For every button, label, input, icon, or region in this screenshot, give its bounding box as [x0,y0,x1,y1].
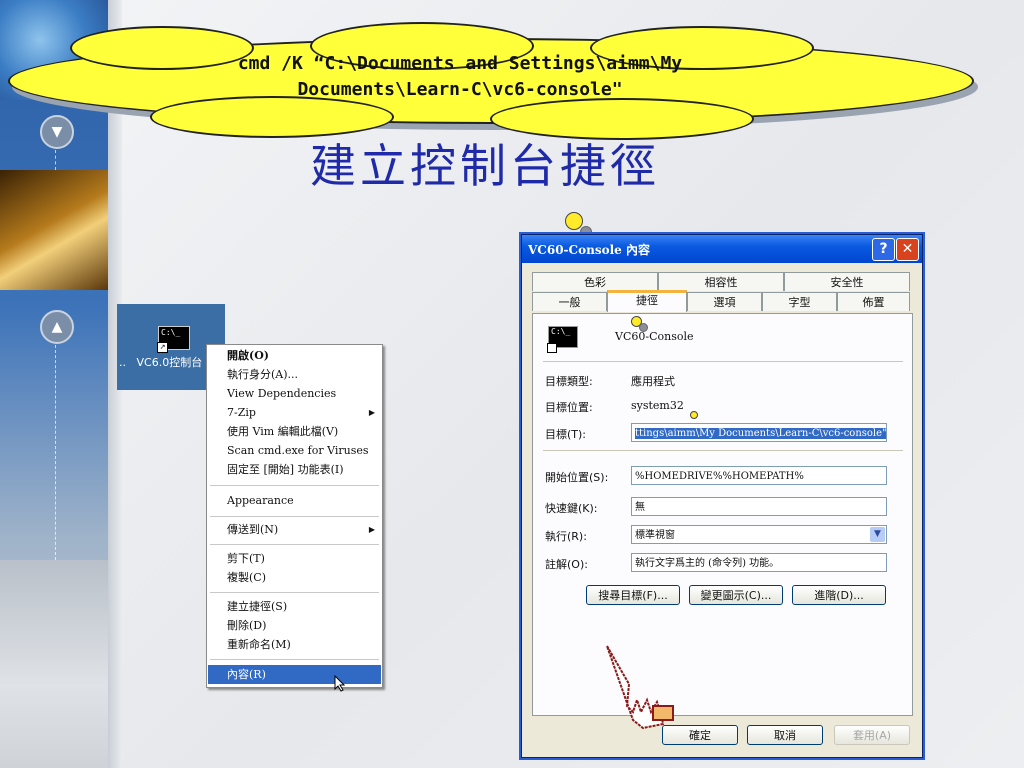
cancel-button[interactable]: 取消 [747,725,823,745]
dashed-divider [55,150,56,170]
advanced-button[interactable]: 進階(D)... [792,585,886,605]
dialog-title: VC60-Console 內容 [528,243,650,257]
close-button[interactable]: ✕ [896,238,919,261]
target-type-value: 應用程式 [631,375,675,388]
submenu-arrow-icon: ▶ [368,408,375,417]
decorative-left-strip: ▼ ▲ [0,0,108,768]
find-target-button[interactable]: 搜尋目標(F)... [586,585,680,605]
target-input-value: ttings\aimm\My Documents\Learn-C\vc6-con… [635,428,887,439]
menu-item-7zip[interactable]: 7-Zip ▶ [208,403,381,422]
apply-button[interactable]: 套用(A) [834,725,910,745]
tab-shortcut[interactable]: 捷徑 [607,290,687,312]
run-label: 執行(R): [545,530,587,543]
shortcut-name: VC60-Console [615,330,694,343]
tab-layout[interactable]: 佈置 [837,292,910,311]
hand-pointer-icon [606,645,674,730]
slide-title: 建立控制台捷徑 [310,139,660,193]
callout-text: cmd /K “C:\Documents and Settings\aimm\M… [120,51,800,103]
menu-separator [210,544,379,545]
truncation-ellipsis: .. [119,356,126,369]
dialog-title-bar: VC60-Console 內容 ? ✕ [522,235,922,263]
menu-item-create-shortcut[interactable]: 建立捷徑(S) [208,597,381,616]
menu-item-properties[interactable]: 內容(R) [208,665,381,684]
desk-photo-graphic [0,170,108,290]
divider [543,361,903,362]
shortcut-name: VC6.0控制台 [136,356,203,369]
menu-item-pin-start[interactable]: 固定至 [開始] 功能表(I) [208,460,381,479]
menu-item-run-as[interactable]: 執行身分(A)... [208,365,381,384]
menu-separator [210,485,379,486]
shortcut-arrow-icon [547,343,557,353]
comment-input[interactable]: 執行文字爲主的 (命令列) 功能。 [631,553,887,572]
slide-up-button[interactable]: ▲ [40,310,74,344]
tab-compatibility[interactable]: 相容性 [658,272,784,291]
chevron-down-icon[interactable]: ▼ [870,527,885,542]
menu-item-send-to[interactable]: 傳送到(N) ▶ [208,520,381,539]
slide-down-button[interactable]: ▼ [40,115,74,149]
comment-label: 註解(O): [545,558,588,571]
tab-colors[interactable]: 色彩 [532,272,658,291]
dashed-divider [55,345,56,560]
menu-item-copy[interactable]: 複製(C) [208,568,381,587]
shortcut-key-input[interactable]: 無 [631,497,887,516]
ok-button[interactable]: 確定 [662,725,738,745]
shortcut-key-label: 快速鍵(K): [545,502,598,515]
start-in-label: 開始位置(S): [545,471,609,484]
menu-item-appearance[interactable]: Appearance [208,491,381,510]
menu-item-delete[interactable]: 刪除(D) [208,616,381,635]
start-in-input[interactable]: %HOMEDRIVE%%HOMEPATH% [631,466,887,485]
menu-item-view-dependencies[interactable]: View Dependencies [208,384,381,403]
context-menu: 開啟(O) 執行身分(A)... View Dependencies 7-Zip… [206,344,383,692]
chevron-down-icon: ▼ [51,124,63,140]
tab-general[interactable]: 一般 [532,292,607,311]
menu-item-label: 傳送到(N) [227,523,279,536]
menu-item-rename[interactable]: 重新命名(M) [208,635,381,654]
run-select-value: 標準視窗 [635,530,675,541]
menu-separator [210,516,379,517]
menu-item-cut[interactable]: 剪下(T) [208,549,381,568]
pointer-dot [690,411,698,419]
target-input[interactable]: ttings\aimm\My Documents\Learn-C\vc6-con… [631,423,887,442]
menu-item-label: 7-Zip [227,406,256,419]
target-location-value: system32 [631,399,684,412]
callout-line-2: Documents\Learn-C\vc6-console" [297,79,623,100]
menu-item-edit-vim[interactable]: 使用 Vim 編輯此檔(V) [208,422,381,441]
callout-line-1: cmd /K “C:\Documents and Settings\aimm\M… [237,53,683,74]
run-select[interactable]: 標準視窗 ▼ [631,525,887,544]
properties-dialog: VC60-Console 內容 ? ✕ 色彩 相容性 安全性 一般 捷徑 選項 … [521,234,923,758]
menu-separator [210,659,379,660]
target-type-label: 目標類型: [545,375,593,388]
menu-item-open[interactable]: 開啟(O) [208,346,381,365]
shortcut-tab-panel: C:\_ VC60-Console 目標類型: 應用程式 目標位置: syste… [532,313,913,730]
tab-font[interactable]: 字型 [762,292,837,311]
submenu-arrow-icon: ▶ [368,525,375,534]
help-button[interactable]: ? [872,238,895,261]
tab-options[interactable]: 選項 [687,292,762,311]
shortcut-arrow-icon: ↗ [157,342,168,353]
change-icon-button[interactable]: 變更圖示(C)... [689,585,783,605]
mouse-pointer-icon [334,675,346,692]
keyboard-photo-graphic [0,560,108,768]
pointer-dot [639,323,648,332]
target-location-label: 目標位置: [545,401,593,414]
tab-security[interactable]: 安全性 [784,272,910,291]
divider [543,450,903,451]
target-label: 目標(T): [545,428,587,441]
menu-separator [210,592,379,593]
menu-item-scan-viruses[interactable]: Scan cmd.exe for Viruses [208,441,381,460]
chevron-up-icon: ▲ [51,319,63,335]
